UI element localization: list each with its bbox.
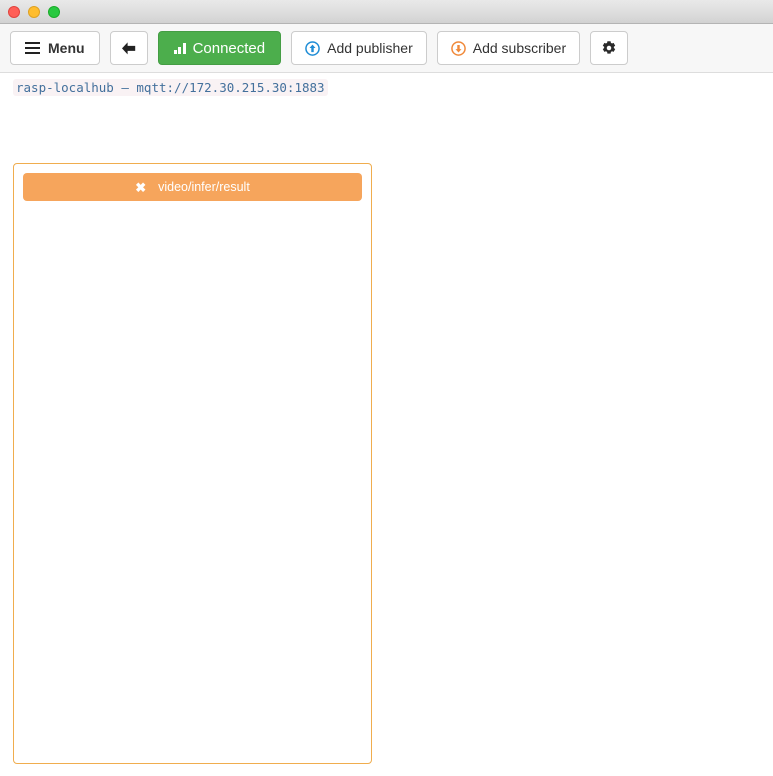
circle-arrow-down-icon <box>450 40 466 56</box>
maximize-window-button[interactable] <box>48 5 60 18</box>
add-subscriber-button[interactable]: Add subscriber <box>436 31 581 65</box>
connection-status-button[interactable]: Connected <box>157 31 282 65</box>
minimize-window-button[interactable] <box>28 5 40 18</box>
circle-arrow-up-icon <box>305 40 320 56</box>
gear-icon <box>601 40 617 56</box>
application-window: Menu Connected Add publisher Add subscri… <box>0 0 773 776</box>
connection-info: rasp-localhub — mqtt://172.30.215.30:188… <box>0 73 773 96</box>
remove-topic-icon[interactable]: ✖ <box>135 181 146 194</box>
settings-button[interactable] <box>590 31 629 65</box>
close-window-button[interactable] <box>8 5 20 18</box>
back-button[interactable] <box>109 31 148 65</box>
connection-status-label: Connected <box>192 39 266 57</box>
add-publisher-button[interactable]: Add publisher <box>291 31 427 65</box>
main-toolbar: Menu Connected Add publisher Add subscri… <box>0 24 773 73</box>
connection-label: rasp-localhub — mqtt://172.30.215.30:188… <box>13 79 328 96</box>
signal-bars-icon <box>173 42 186 54</box>
subscriber-panel: ✖ video/infer/result <box>13 163 372 764</box>
menu-button-label: Menu <box>48 40 85 56</box>
hamburger-icon <box>25 42 40 54</box>
window-controls <box>8 5 60 18</box>
add-subscriber-label: Add subscriber <box>472 40 567 56</box>
subscriber-topic-item[interactable]: ✖ video/infer/result <box>23 173 362 201</box>
main-content: rasp-localhub — mqtt://172.30.215.30:188… <box>0 73 773 776</box>
menu-button[interactable]: Menu <box>10 31 100 65</box>
arrow-left-icon <box>120 41 137 56</box>
window-titlebar <box>0 0 773 24</box>
add-publisher-label: Add publisher <box>327 40 413 56</box>
subscriber-topic-label: video/infer/result <box>158 180 250 194</box>
